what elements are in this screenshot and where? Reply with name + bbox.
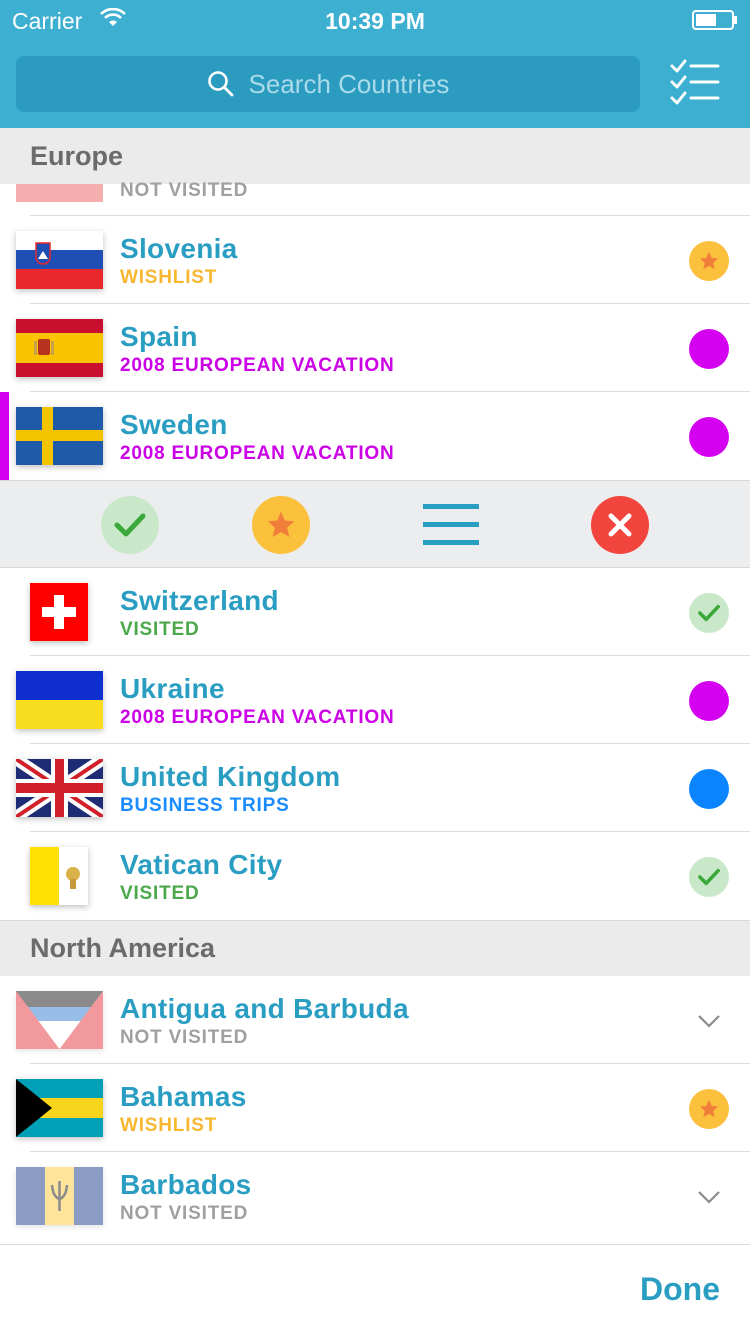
flag-sweden-icon [16,407,103,465]
bottom-toolbar: Done [0,1244,750,1334]
search-icon [207,71,233,97]
clock: 10:39 PM [325,8,425,34]
menu-lines-icon [423,504,479,545]
flag-switzerland-icon [30,583,88,641]
flag-slovenia-icon [16,231,103,289]
flag-antigua-icon [16,991,103,1049]
list-item-barbados[interactable]: Barbados NOT VISITED [0,1152,750,1240]
country-name: Switzerland [120,585,279,616]
flag-vatican-icon [30,847,88,905]
list-item-bahamas[interactable]: Bahamas WISHLIST [0,1064,750,1152]
add-wishlist-button[interactable] [252,496,310,554]
done-button[interactable]: Done [640,1271,720,1308]
selected-accent-bar [0,392,9,480]
remove-button[interactable] [591,496,649,554]
status-bar: Carrier 10:39 PM [0,0,750,40]
list-item-ukraine[interactable]: Ukraine 2008 EUROPEAN VACATION [0,656,750,744]
country-status: 2008 EUROPEAN VACATION [120,443,395,464]
list-marker-dot[interactable] [689,681,729,721]
close-icon [608,513,632,537]
list-item-spain[interactable]: Spain 2008 EUROPEAN VACATION [0,304,750,392]
flag-united-kingdom-icon [16,759,103,817]
country-status: VISITED [120,619,200,640]
list-item-vatican-city[interactable]: Vatican City VISITED [0,832,750,920]
check-icon [114,513,146,537]
country-status: NOT VISITED [120,1203,249,1224]
flag-spain-icon [16,319,103,377]
list-marker-dot[interactable] [689,769,729,809]
list-item-antigua-and-barbuda[interactable]: Antigua and Barbuda NOT VISITED [0,976,750,1064]
list-marker-dot[interactable] [689,417,729,457]
country-status: NOT VISITED [120,180,249,201]
wishlist-star-icon[interactable] [689,1089,729,1129]
country-name: Barbados [120,1169,252,1200]
visited-check-icon[interactable] [689,593,729,633]
navigation-bar: Carrier 10:39 PM Search Countries [0,0,750,128]
flag-icon [16,184,103,202]
list-item-sweden[interactable]: Sweden 2008 EUROPEAN VACATION [0,392,750,480]
country-status: WISHLIST [120,267,218,288]
country-status: WISHLIST [120,1115,218,1136]
country-name: Vatican City [120,849,283,880]
country-status: 2008 EUROPEAN VACATION [120,355,395,376]
chevron-down-icon[interactable] [694,1006,724,1036]
visited-check-icon[interactable] [689,857,729,897]
country-name: Bahamas [120,1081,247,1112]
country-name: Ukraine [120,673,225,704]
flag-ukraine-icon [16,671,103,729]
country-status: BUSINESS TRIPS [120,795,290,816]
list-item-switzerland[interactable]: Switzerland VISITED [0,568,750,656]
list-marker-dot[interactable] [689,329,729,369]
chevron-down-icon[interactable] [694,1182,724,1212]
flag-bahamas-icon [16,1079,103,1137]
search-input[interactable]: Search Countries [16,56,640,112]
country-name: United Kingdom [120,761,341,792]
flag-barbados-icon [16,1167,103,1225]
country-name: Slovenia [120,233,238,264]
checklist-filter-icon[interactable] [668,58,722,106]
country-status: NOT VISITED [120,1027,249,1048]
star-icon [267,511,295,537]
country-name: Spain [120,321,198,352]
list-item-united-kingdom[interactable]: United Kingdom BUSINESS TRIPS [0,744,750,832]
battery-icon [692,10,737,30]
row-action-bar [0,480,750,568]
country-name: Antigua and Barbuda [120,993,409,1024]
section-header-europe: Europe [0,128,750,184]
list-item-slovenia[interactable]: Slovenia WISHLIST [0,216,750,304]
mark-visited-button[interactable] [101,496,159,554]
country-status: 2008 EUROPEAN VACATION [120,707,395,728]
section-header-north-america: North America [0,920,750,976]
list-item[interactable]: NOT VISITED [0,180,750,216]
country-status: VISITED [120,883,200,904]
wishlist-star-icon[interactable] [689,241,729,281]
country-name: Sweden [120,409,228,440]
search-placeholder: Search Countries [248,68,450,99]
add-to-list-button[interactable] [422,496,480,554]
